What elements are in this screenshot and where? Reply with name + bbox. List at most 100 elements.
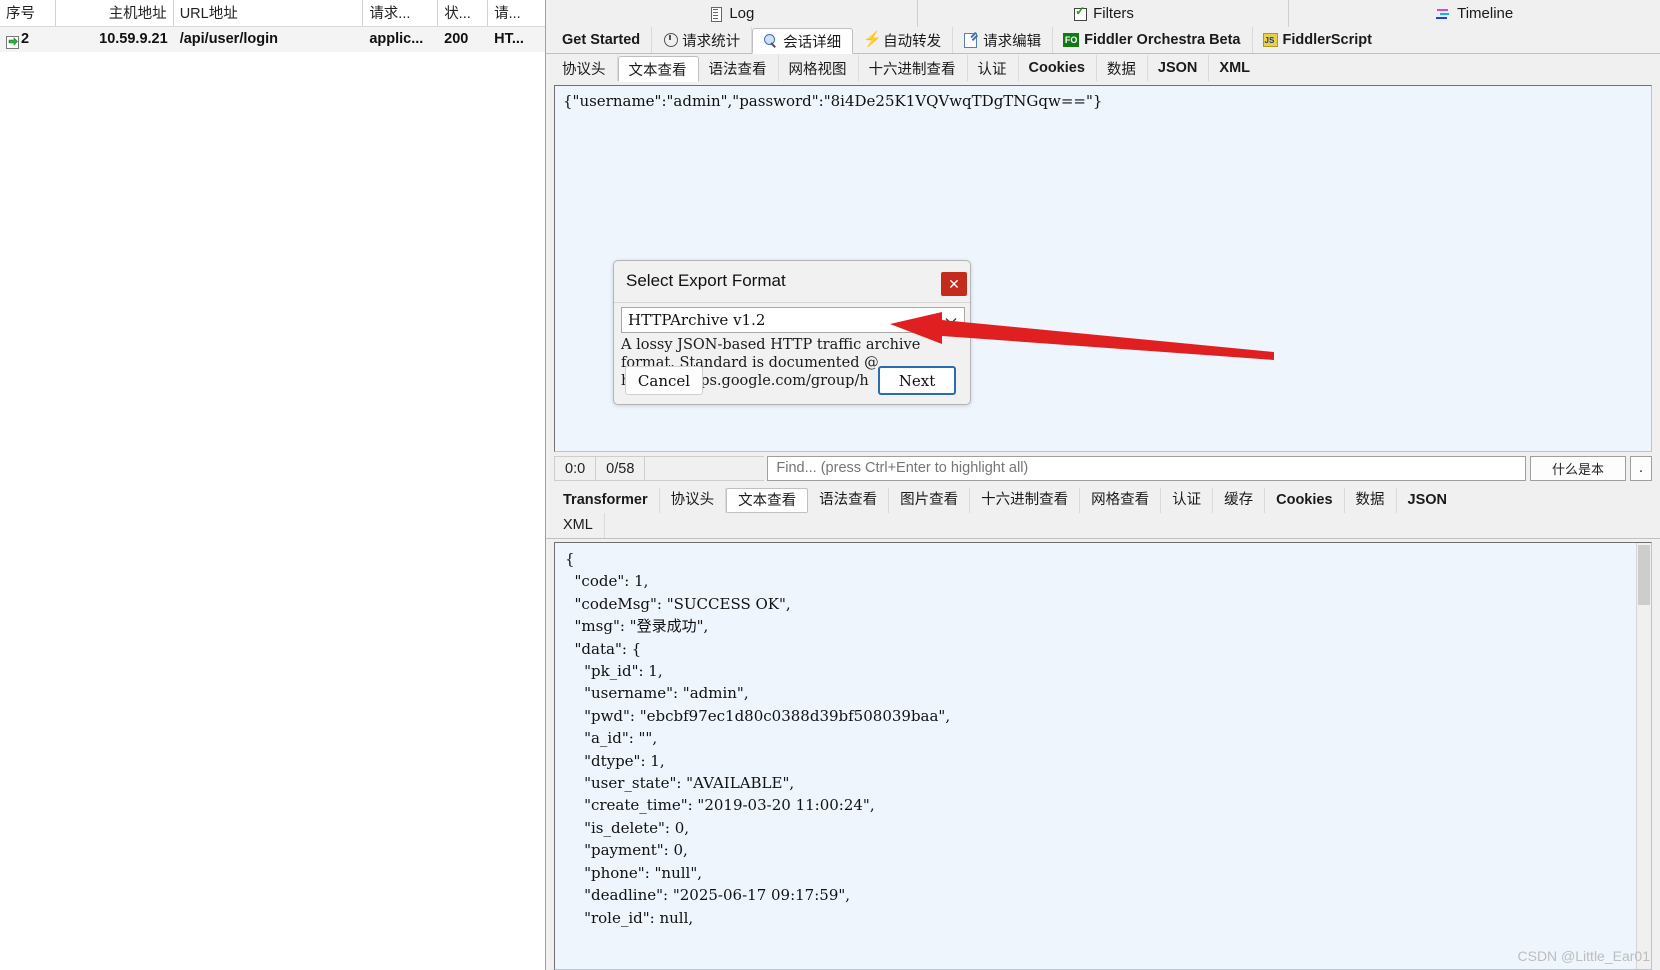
request-tab-textview-label: 文本查看 [628,62,687,79]
request-tab-raw-label: 数据 [1106,61,1136,78]
response-body-view[interactable]: { "code": 1, "codeMsg": "SUCCESS OK", "m… [554,542,1652,970]
request-tab-xml[interactable]: XML [1209,55,1261,81]
chevron-down-icon [938,313,964,328]
response-tab-transformer[interactable]: Transformer [552,488,660,513]
scrollbar-thumb[interactable] [1638,545,1650,605]
inspect-magnifier-icon [763,34,778,48]
top-tabbar: Log Filters Timeline [546,0,1660,27]
session-list-panel: 序号 主机地址 URL地址 请求... 状... 请... 2 10.59.9.… [0,0,546,970]
request-tab-textview[interactable]: 文本查看 [617,56,699,82]
session-grid-header: 序号 主机地址 URL地址 请求... 状... 请... [0,0,545,27]
close-icon[interactable]: ✕ [941,272,967,296]
next-button[interactable]: Next [878,366,956,395]
request-tab-json[interactable]: JSON [1148,55,1210,81]
request-tab-headers[interactable]: 协议头 [552,55,618,81]
column-header-status[interactable]: 状... [438,0,489,26]
timeline-icon [1436,7,1451,21]
tab-inspectors[interactable]: 会话详细 [752,28,854,54]
response-tab-transformer-label: Transformer [563,492,648,508]
tab-timeline[interactable]: Timeline [1289,0,1660,27]
tab-get-started-label: Get Started [562,32,641,48]
search-input[interactable] [767,456,1526,481]
tab-fiddlerscript[interactable]: FiddlerScript [1253,27,1383,53]
column-header-url[interactable]: URL地址 [174,0,364,26]
response-tab-imageview-label: 图片查看 [900,492,959,508]
cancel-button[interactable]: Cancel [625,366,703,395]
view-in-notepad-button[interactable]: 什么是本 [1530,456,1626,481]
select-export-format-dialog: Select Export Format ✕ HTTPArchive v1.2 … [613,260,971,405]
tab-log-label: Log [729,5,755,22]
response-tab-hexview[interactable]: 十六进制查看 [970,488,1081,513]
request-tab-webforms-label: 网格视图 [788,61,847,78]
find-bar: 0:0 0/58 什么是本 . [554,456,1652,481]
tab-statistics[interactable]: 请求统计 [652,27,753,53]
tab-autoresponder[interactable]: ⚡ 自动转发 [853,27,954,53]
response-tab-syntaxview[interactable]: 语法查看 [808,488,890,513]
export-format-select[interactable]: HTTPArchive v1.2 [621,307,965,333]
caret-position: 0:0 [554,456,596,481]
response-tab-headers-label: 协议头 [670,492,715,508]
request-tab-cookies-label: Cookies [1028,60,1085,76]
response-tab-auth[interactable]: 认证 [1161,488,1214,513]
tab-composer[interactable]: 请求编辑 [953,27,1054,53]
tab-autoresponder-label: 自动转发 [883,33,942,50]
session-host-cell: 10.59.9.21 [99,31,168,47]
response-tab-xml[interactable]: XML [552,513,605,538]
tab-timeline-label: Timeline [1457,5,1514,22]
tab-statistics-label: 请求统计 [682,33,741,50]
request-tab-syntaxview[interactable]: 语法查看 [699,55,779,81]
response-tab-caching[interactable]: 缓存 [1213,488,1266,513]
request-tab-hexview[interactable]: 十六进制查看 [859,55,968,81]
response-tab-json-label: JSON [1407,492,1448,508]
tab-get-started[interactable]: Get Started [552,27,653,53]
response-tab-textview[interactable]: 文本查看 [726,488,809,513]
column-header-host[interactable]: 主机地址 [56,0,174,26]
dialog-separator [614,302,970,303]
request-tab-raw[interactable]: 数据 [1097,55,1148,81]
column-header-index[interactable]: 序号 [0,0,56,26]
log-icon [708,6,723,22]
response-tab-textview-label: 文本查看 [738,493,797,509]
request-tab-webforms[interactable]: 网格视图 [779,55,859,81]
request-tab-headers-label: 协议头 [562,61,606,78]
request-view-tabbar: 协议头 文本查看 语法查看 网格视图 十六进制查看 认证 Cookies 数据 … [546,54,1660,82]
response-tab-hexview-label: 十六进制查看 [981,492,1069,508]
request-tab-syntaxview-label: 语法查看 [708,61,767,78]
tab-log[interactable]: Log [546,0,918,27]
request-tab-auth[interactable]: 认证 [968,55,1019,81]
response-tab-json[interactable]: JSON [1397,488,1459,513]
fiddler-window: 序号 主机地址 URL地址 请求... 状... 请... 2 10.59.9.… [0,0,1660,970]
request-tab-xml-label: XML [1219,60,1251,76]
session-url-cell: /api/user/login [179,31,278,47]
response-tab-raw[interactable]: 数据 [1345,488,1397,513]
more-options-button[interactable]: . [1630,456,1652,481]
dialog-title: Select Export Format [626,271,786,290]
response-tab-cookies[interactable]: Cookies [1265,488,1345,513]
inspector-tabbar: Get Started 请求统计 会话详细 ⚡ 自动转发 请求编辑 FO Fid… [546,27,1660,54]
compose-pencil-icon [963,33,978,48]
bolt-icon: ⚡ [863,31,882,48]
tab-filters[interactable]: Filters [917,0,1290,27]
response-tab-webview[interactable]: 网格查看 [1080,488,1162,513]
session-index-cell: 2 [0,27,56,52]
response-body-scrollbar[interactable] [1636,543,1651,969]
match-count: 0/58 [595,456,645,481]
orchestra-icon: FO [1063,33,1080,47]
column-header-content-type[interactable]: 请求... [363,0,439,26]
session-index-value: 2 [21,31,30,47]
response-tab-xml-label: XML [563,517,593,533]
tab-orchestra[interactable]: FO Fiddler Orchestra Beta [1053,27,1253,53]
column-header-protocol[interactable]: 请... [488,0,545,26]
response-tab-imageview[interactable]: 图片查看 [889,488,971,513]
tab-fiddlerscript-label: FiddlerScript [1282,32,1372,48]
tab-inspectors-label: 会话详细 [783,34,842,51]
session-content-type-cell: applic... [369,31,424,47]
fiddlerscript-icon [1262,33,1278,48]
response-tab-headers[interactable]: 协议头 [660,488,727,513]
response-body-text: { "code": 1, "codeMsg": "SUCCESS OK", "m… [565,550,951,927]
response-arrow-icon [6,33,19,49]
response-tab-caching-label: 缓存 [1224,492,1254,508]
table-row[interactable]: 2 10.59.9.21 /api/user/login applic... 2… [0,27,545,52]
request-tab-cookies[interactable]: Cookies [1019,55,1097,81]
inspector-panel: Log Filters Timeline Get Started 请求统计 [546,0,1660,970]
